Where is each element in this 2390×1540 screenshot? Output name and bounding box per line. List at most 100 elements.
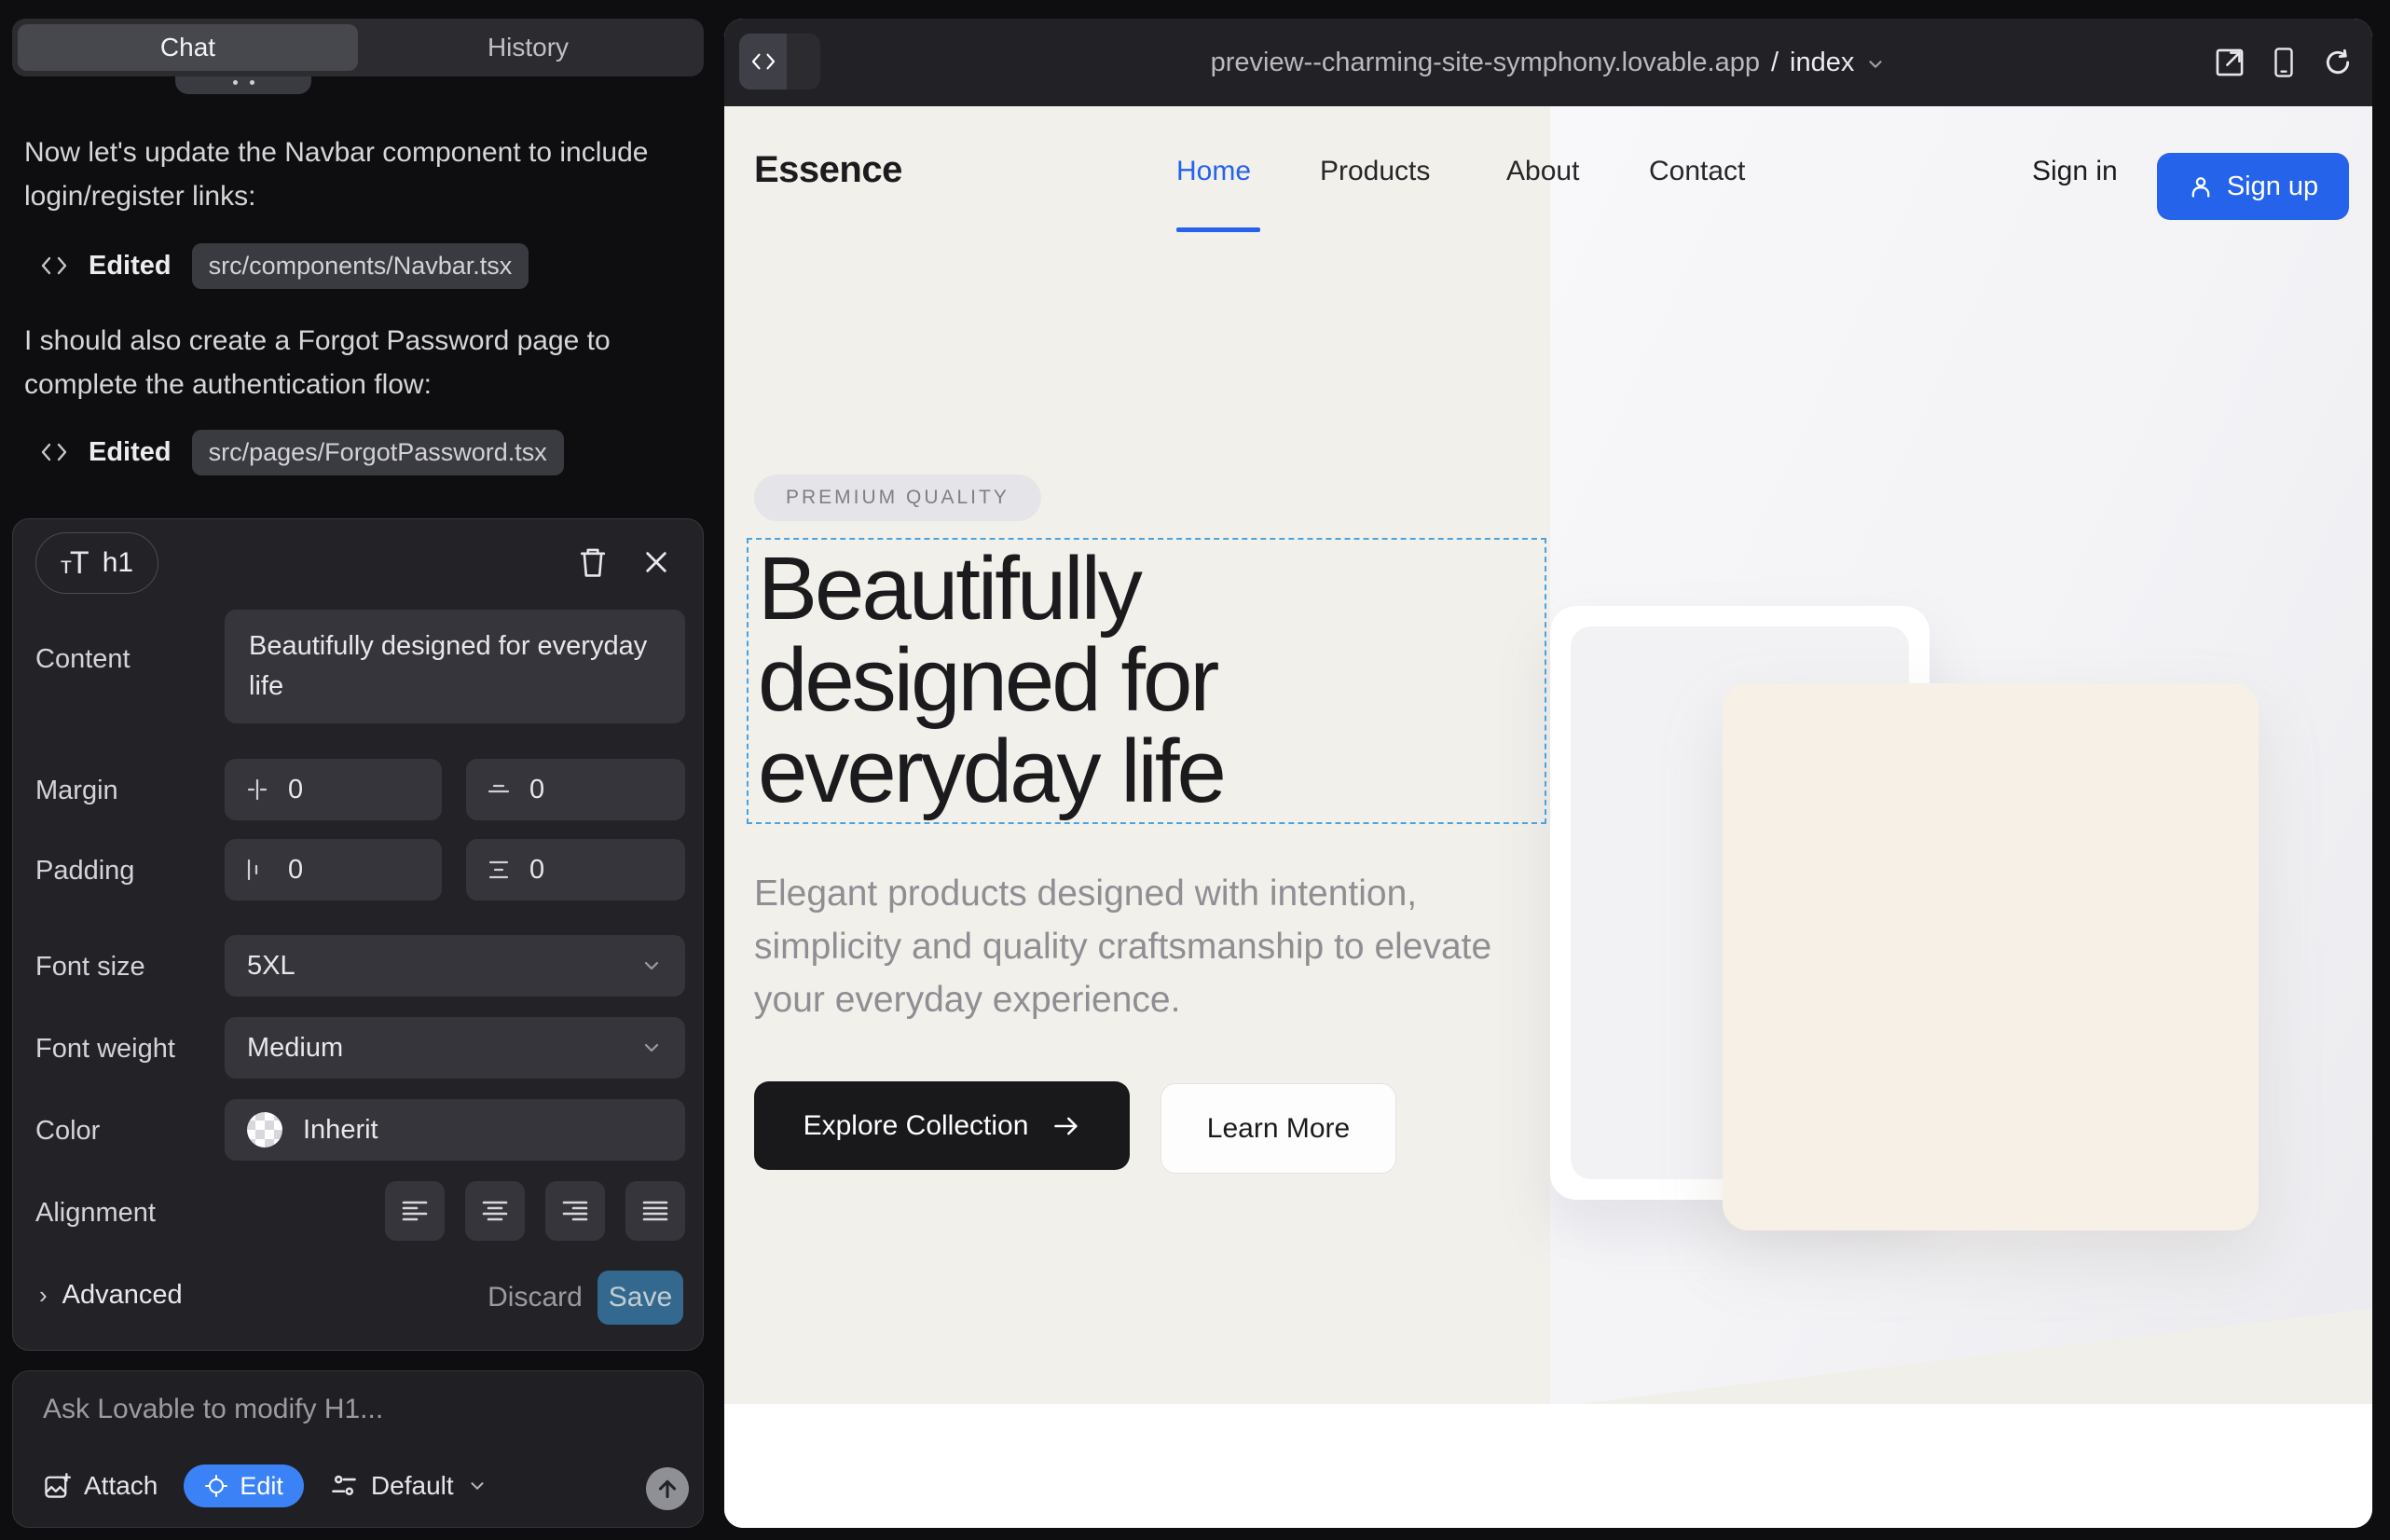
chat-message: I should also create a Forgot Password p… [24,319,651,406]
nav-link-contact[interactable]: Contact [1649,156,1745,187]
tab-history[interactable]: History [358,24,698,71]
hero-badge: PREMIUM QUALITY [754,474,1041,521]
content-input[interactable]: Beautifully designed for everyday life [225,610,685,723]
site-footer-blank [724,1404,2372,1528]
site-logo[interactable]: Essence [754,149,902,191]
url-domain: preview--charming-site-symphony.lovable.… [1211,48,1760,78]
edited-file-row[interactable]: Edited src/components/Navbar.tsx [40,242,529,289]
font-weight-label: Font weight [35,1034,175,1065]
image-plus-icon [43,1472,71,1500]
url-page: index [1790,48,1854,78]
site-canvas: Essence Home Products About Contact Sign… [724,106,2372,1404]
edited-label: Edited [89,251,172,282]
align-justify-button[interactable] [625,1181,685,1241]
url-separator: / [1771,48,1779,78]
tab-chat[interactable]: Chat [18,24,358,71]
user-icon [2188,173,2214,199]
chat-message: Now let's update the Navbar component to… [24,131,651,218]
explore-collection-label: Explore Collection [804,1110,1029,1142]
code-view-toggle[interactable] [739,34,820,89]
padding-y-input[interactable] [529,855,623,886]
hero-headline[interactable]: Beautifully designed for everyday life [758,543,1336,818]
align-right-button[interactable] [545,1181,605,1241]
sign-up-button[interactable]: Sign up [2157,153,2349,220]
open-external-button[interactable] [2213,46,2246,79]
font-size-label: Font size [35,952,145,983]
arrow-up-icon [655,1477,680,1501]
dot [233,80,238,85]
margin-y-input[interactable] [529,775,623,805]
refresh-button[interactable] [2321,46,2355,79]
padding-horizontal-icon [245,858,269,882]
scrolled-badge-partial [175,76,311,94]
file-badge[interactable]: src/pages/ForgotPassword.tsx [192,430,564,475]
align-left-button[interactable] [385,1181,445,1241]
padding-x-input[interactable] [288,855,381,886]
text-type-icon: тT [61,545,88,582]
margin-horizontal-icon [245,777,269,802]
advanced-expander[interactable]: › Advanced [39,1280,183,1311]
element-tag-pill[interactable]: тT h1 [35,532,158,594]
site-navbar: Essence Home Products About Contact Sign… [724,106,2372,246]
learn-more-button[interactable]: Learn More [1161,1083,1396,1174]
sign-in-link[interactable]: Sign in [2032,156,2118,187]
padding-label: Padding [35,856,134,887]
preview-window: preview--charming-site-symphony.lovable.… [724,19,2372,1528]
content-label: Content [35,644,130,675]
alignment-label: Alignment [35,1198,156,1229]
tab-chat-label: Chat [160,33,215,62]
code-icon [40,441,68,463]
color-value: Inherit [303,1115,378,1146]
margin-vertical-icon [487,777,511,802]
element-tag: h1 [103,547,133,579]
edited-file-row[interactable]: Edited src/pages/ForgotPassword.tsx [40,429,564,475]
explore-collection-button[interactable]: Explore Collection [754,1081,1130,1170]
margin-y-field[interactable] [466,759,685,820]
padding-x-field[interactable] [225,839,442,901]
edit-mode-button[interactable]: Edit [184,1464,304,1507]
mobile-view-button[interactable] [2267,46,2301,79]
color-swatch [247,1112,282,1148]
color-label: Color [35,1116,100,1147]
external-link-icon [2214,47,2246,78]
margin-x-input[interactable] [288,775,381,805]
advanced-label: Advanced [62,1280,183,1311]
align-center-button[interactable] [465,1181,525,1241]
nav-link-home[interactable]: Home [1176,156,1251,187]
margin-x-field[interactable] [225,759,442,820]
code-icon [40,254,68,277]
discard-button[interactable]: Discard [484,1271,586,1325]
code-icon[interactable] [739,34,787,89]
chevron-down-icon [467,1476,488,1496]
padding-y-field[interactable] [466,839,685,901]
color-select[interactable]: Inherit [225,1099,685,1161]
send-button[interactable] [646,1467,689,1510]
target-icon [204,1474,228,1498]
attach-button[interactable]: Attach [43,1471,158,1501]
chevron-down-icon[interactable] [1865,54,1886,75]
close-icon[interactable] [636,542,677,583]
element-editor-panel: тT h1 Content Beautifully designed for e… [12,518,704,1351]
phone-icon [2270,47,2298,78]
nav-link-about[interactable]: About [1506,156,1579,187]
nav-active-underline [1176,227,1260,232]
file-badge[interactable]: src/components/Navbar.tsx [192,243,529,289]
mode-select[interactable]: Default [330,1471,488,1501]
toggle-handle[interactable] [787,34,820,89]
arrow-right-icon [1052,1114,1080,1138]
delete-element-button[interactable] [572,542,613,583]
sign-up-label: Sign up [2227,172,2318,202]
margin-label: Margin [35,776,118,806]
hero-right-panel [1550,106,2372,1404]
edit-label: Edit [240,1472,283,1501]
attach-label: Attach [84,1471,158,1501]
url-bar[interactable]: preview--charming-site-symphony.lovable.… [724,19,2372,106]
selected-element-outline[interactable]: Beautifully designed for everyday life [747,538,1546,824]
save-button[interactable]: Save [598,1271,683,1325]
nav-link-products[interactable]: Products [1320,156,1430,187]
font-size-select[interactable]: 5XL [225,935,685,997]
font-weight-select[interactable]: Medium [225,1017,685,1079]
decorative-card-beige [1723,683,2259,1231]
chat-composer[interactable]: Attach Edit Default [12,1370,704,1528]
composer-input[interactable] [43,1394,658,1440]
